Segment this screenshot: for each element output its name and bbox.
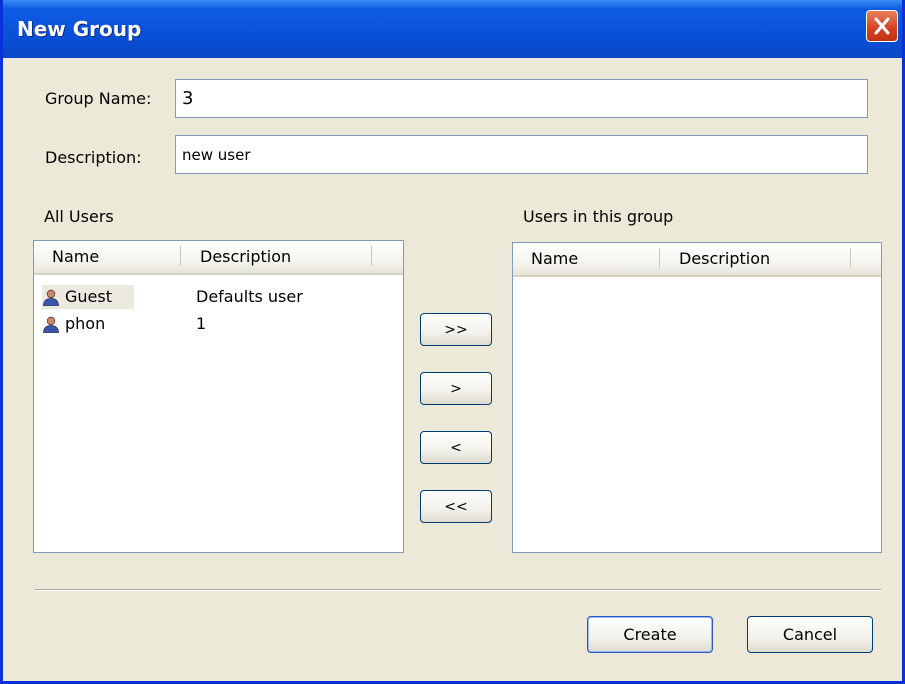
group-name-field[interactable] [175,79,868,118]
user-icon [43,289,59,306]
group-users-list[interactable]: Name Description [512,242,882,553]
all-users-label: All Users [44,207,114,226]
description-field[interactable] [175,135,868,174]
group-users-header: Name Description [513,243,881,277]
column-divider[interactable] [659,248,660,268]
close-icon [874,17,890,35]
column-divider[interactable] [371,246,372,266]
all-users-column-description[interactable]: Description [200,241,291,273]
user-icon [43,316,59,333]
list-item-description: 1 [196,314,207,333]
all-users-column-name[interactable]: Name [52,241,99,273]
cancel-button[interactable]: Cancel [747,616,873,653]
add-button[interactable]: > [420,372,492,405]
group-users-column-description[interactable]: Description [679,243,770,275]
description-input[interactable] [176,136,867,173]
group-users-column-name[interactable]: Name [531,243,578,275]
add-all-button[interactable]: >> [420,313,492,346]
all-users-list[interactable]: Name Description Guest Defaults user pho… [33,240,404,553]
list-item-name-cell: Guest [42,285,134,309]
column-divider[interactable] [180,246,181,266]
create-button[interactable]: Create [587,616,713,653]
footer-divider [35,589,881,591]
list-item[interactable]: phon 1 [34,312,403,336]
list-item-name: phon [65,314,106,333]
window-title: New Group [17,17,142,41]
group-name-label: Group Name: [45,89,152,108]
close-button[interactable] [866,10,898,42]
remove-all-button[interactable]: << [420,490,492,523]
description-label: Description: [45,148,142,167]
remove-button[interactable]: < [420,431,492,464]
list-item-name-cell: phon [42,312,134,336]
group-users-label: Users in this group [523,207,674,226]
title-bar[interactable]: New Group [3,0,902,58]
group-name-input[interactable] [176,80,867,117]
all-users-header: Name Description [34,241,403,275]
list-item[interactable]: Guest Defaults user [34,285,403,309]
new-group-dialog: New Group Group Name: Description: All U… [0,0,905,684]
list-item-description: Defaults user [196,287,303,306]
column-divider[interactable] [850,248,851,268]
list-item-name: Guest [65,287,112,306]
